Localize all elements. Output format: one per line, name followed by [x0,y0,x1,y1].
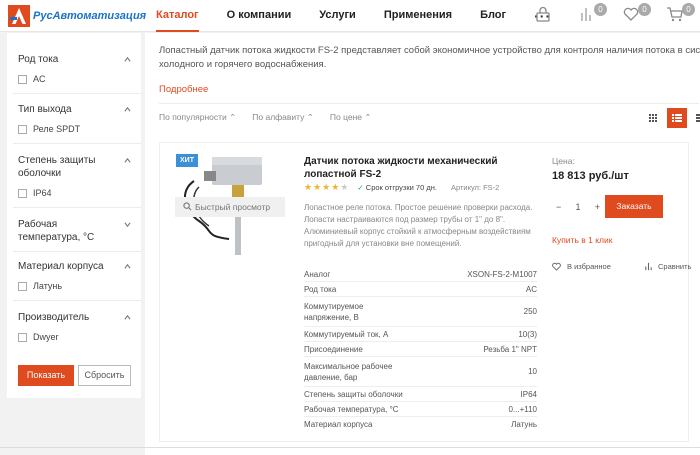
more-link[interactable]: Подробнее [159,84,208,95]
filter-title: Производитель [18,312,90,323]
product-meta: ★★★★★ ✓ Срок отгрузки 70 дн. Артикул: FS… [304,182,499,193]
spec-row: Присоединение Резьба 1" NPT [304,342,537,357]
article-number: Артикул: FS-2 [450,183,500,192]
filter-option[interactable]: Латунь [18,281,141,291]
filter-group-output-type[interactable]: Тип выхода Реле SPDT [7,103,141,134]
hit-badge: ХИТ [176,154,198,167]
add-to-wishlist-button[interactable]: В избранное [552,262,611,271]
view-switcher [639,108,700,128]
grid-view-icon[interactable] [643,108,663,128]
checkbox[interactable] [18,332,27,342]
table-view-icon[interactable] [691,108,700,128]
qty-minus-button[interactable]: − [556,202,561,212]
compare-count-badge: 0 [594,3,607,16]
reset-button[interactable]: Сбросить [78,365,131,386]
chevron-up-icon [124,56,131,62]
filter-group-current-type[interactable]: Род тока AC [7,53,141,84]
header-icons: 0 0 0 [512,3,695,23]
checkbox[interactable] [18,124,27,134]
checkbox[interactable] [18,281,27,291]
wishlist-count-badge: 0 [638,3,651,16]
sort-bar: По популярности ⌃ По алфавиту ⌃ По цене … [159,112,388,123]
order-button[interactable]: Заказать [605,195,663,218]
nav-item-catalog[interactable]: Каталог [156,0,199,32]
spec-row: Коммутируемый ток, А 10(3) [304,327,537,342]
spec-row: Степень защиты оболочки IP64 [304,387,537,402]
sort-price[interactable]: По цене ⌃ [330,112,372,123]
logo-text: РусАвтоматизация [33,10,147,22]
checkbox[interactable] [18,74,27,84]
cart-icon[interactable]: 0 [666,3,695,23]
filter-group-manufacturer[interactable]: Производитель Dwyer [7,311,141,342]
filter-sidebar: Род тока AC Тип выхода Реле SPDT Степень… [7,33,141,398]
quick-view-button[interactable]: Быстрый просмотр [175,197,285,217]
heart-icon [552,262,561,271]
chevron-up-icon [124,263,131,269]
filter-title: Род тока [18,54,59,65]
lock-icon[interactable] [534,5,556,23]
show-button[interactable]: Показать [18,365,74,386]
quantity-stepper[interactable]: − 1 + [552,196,604,217]
chevron-down-icon [124,222,131,228]
spec-row: Аналог XSON-FS-2-M1007 [304,267,537,282]
qty-value[interactable]: 1 [575,202,580,212]
logo[interactable]: РусАвтоматизация [8,5,146,27]
catalog-main: Лопастный датчик потока жидкости FS-2 пр… [145,33,700,455]
filter-group-temperature[interactable]: Рабочая температура, °C [7,218,141,244]
filter-group-protection[interactable]: Степень защиты оболочки IP64 [7,154,141,198]
sort-popularity[interactable]: По популярности ⌃ [159,112,236,123]
filter-option[interactable]: AC [18,74,141,84]
compare-icon [645,262,652,271]
product-description: Лопастное реле потока. Простое решение п… [304,203,533,248]
nav-item-blog[interactable]: Блог [480,0,506,32]
product-card: ХИТ Быстрый просмотр Датчик потока жидко… [159,142,691,442]
logo-mark-icon [8,5,30,27]
heart-icon[interactable]: 0 [622,3,651,23]
chevron-up-icon [124,106,131,112]
filter-option[interactable]: Реле SPDT [18,124,141,134]
main-nav: Каталог О компании Услуги Применения Бло… [156,0,551,32]
filter-title: Степень защиты оболочки [18,155,96,179]
nav-item-applications[interactable]: Применения [384,0,452,32]
spec-row: Максимальное рабочее давление, бар 10 [304,357,537,387]
buy-one-click-link[interactable]: Купить в 1 клик [552,235,612,245]
cart-count-badge: 0 [682,3,695,16]
chevron-up-icon [124,314,131,320]
filter-title: Рабочая температура, °C [18,219,95,243]
rating-stars: ★★★★★ [304,182,349,192]
filter-option[interactable]: Dwyer [18,332,141,342]
checkbox[interactable] [18,188,27,198]
spec-row: Материал корпуса Латунь [304,420,537,429]
compare-icon[interactable]: 0 [578,3,607,23]
spec-row: Коммутируемое напряжение, В 250 [304,297,537,327]
specs-table: Аналог XSON-FS-2-M1007 Род тока AC Коммути… [304,267,537,432]
category-description: Лопастный датчик потока жидкости FS-2 пр… [159,45,700,70]
shipping-status: ✓ Срок отгрузки 70 дн. [357,183,437,192]
price-value: 18 813 руб./шт [552,170,629,182]
filter-title: Тип выхода [18,104,72,115]
site-header: РусАвтоматизация Каталог О компании Услу… [0,0,700,32]
spec-row: Род тока AC [304,282,537,297]
spec-row: Рабочая температура, °C 0...+110 [304,402,537,417]
filter-option[interactable]: IP64 [18,188,141,198]
list-view-icon[interactable] [667,108,687,128]
filter-group-housing-material[interactable]: Материал корпуса Латунь [7,260,141,291]
product-title[interactable]: Датчик потока жидкости механический лопа… [304,155,514,181]
nav-item-about[interactable]: О компании [227,0,292,32]
price-label: Цена: [552,156,575,166]
zoom-icon [183,202,192,211]
chevron-up-icon [124,157,131,163]
nav-item-services[interactable]: Услуги [319,0,356,32]
filter-title: Материал корпуса [18,261,104,272]
qty-plus-button[interactable]: + [595,202,600,212]
sort-alphabet[interactable]: По алфавиту ⌃ [252,112,314,123]
add-to-compare-button[interactable]: Сравнить [644,262,691,271]
